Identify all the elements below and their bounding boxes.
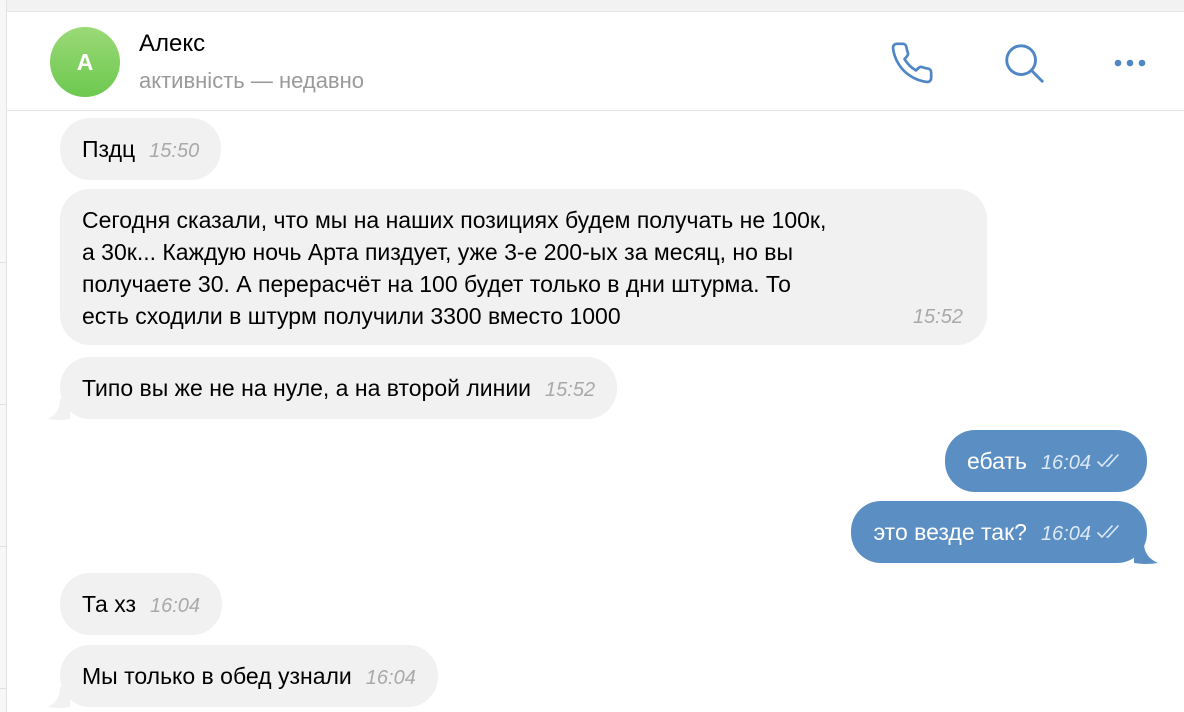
more-button[interactable] (1106, 39, 1154, 87)
message-text: это везде так? (873, 519, 1027, 545)
chat-window: А Алекс активність — недавно Пздц 15:50 (0, 0, 1184, 712)
message-incoming[interactable]: Та хз 16:04 (60, 573, 223, 635)
message-text: ебать (966, 448, 1027, 474)
message-time: 15:52 (912, 306, 963, 328)
double-check-icon (1097, 454, 1119, 467)
message-text: Мы только в обед узнали (82, 663, 352, 689)
message-outgoing[interactable]: это везде так? 16:04 (851, 501, 1147, 563)
message-incoming[interactable]: Типо вы же не на нуле, а на второй линии… (60, 357, 618, 419)
contact-status: активність — недавно (139, 68, 365, 93)
avatar-letter: А (76, 48, 94, 75)
message-time: 16:04 (365, 667, 416, 689)
bubble-tail (1134, 543, 1158, 564)
message-list[interactable]: Пздц 15:50 Сегодня сказали, что мы на наш… (0, 111, 1184, 712)
message-text: Пздц (82, 136, 136, 162)
avatar[interactable]: А (50, 27, 120, 97)
more-icon (1114, 59, 1146, 67)
bubble-tail (48, 687, 70, 708)
chat-header: А Алекс активність — недавно (7, 12, 1184, 111)
phone-icon (891, 42, 933, 84)
search-button[interactable] (1000, 39, 1048, 87)
message-time: 16:04 (1040, 452, 1091, 474)
double-check-icon (1097, 525, 1119, 538)
message-incoming[interactable]: Мы только в обед узнали 16:04 (60, 645, 438, 707)
message-time: 16:04 (150, 595, 201, 617)
call-button[interactable] (888, 39, 936, 87)
message-time: 15:50 (149, 140, 200, 162)
message-text: Типо вы же не на нуле, а на второй линии (82, 375, 532, 401)
message-incoming[interactable]: Сегодня сказали, что мы на наших позиция… (60, 189, 987, 345)
message-text: Та хз (82, 591, 136, 617)
contact-name[interactable]: Алекс (139, 30, 205, 58)
bubble-tail (48, 399, 70, 420)
message-text: Сегодня сказали, что мы на наших позиция… (82, 207, 827, 329)
message-time: 16:04 (1040, 523, 1091, 545)
message-time: 15:52 (545, 379, 596, 401)
window-top-strip (0, 0, 1184, 12)
message-incoming[interactable]: Пздц 15:50 (60, 118, 222, 180)
search-icon (1005, 44, 1044, 83)
message-outgoing[interactable]: ебать 16:04 (944, 430, 1147, 492)
